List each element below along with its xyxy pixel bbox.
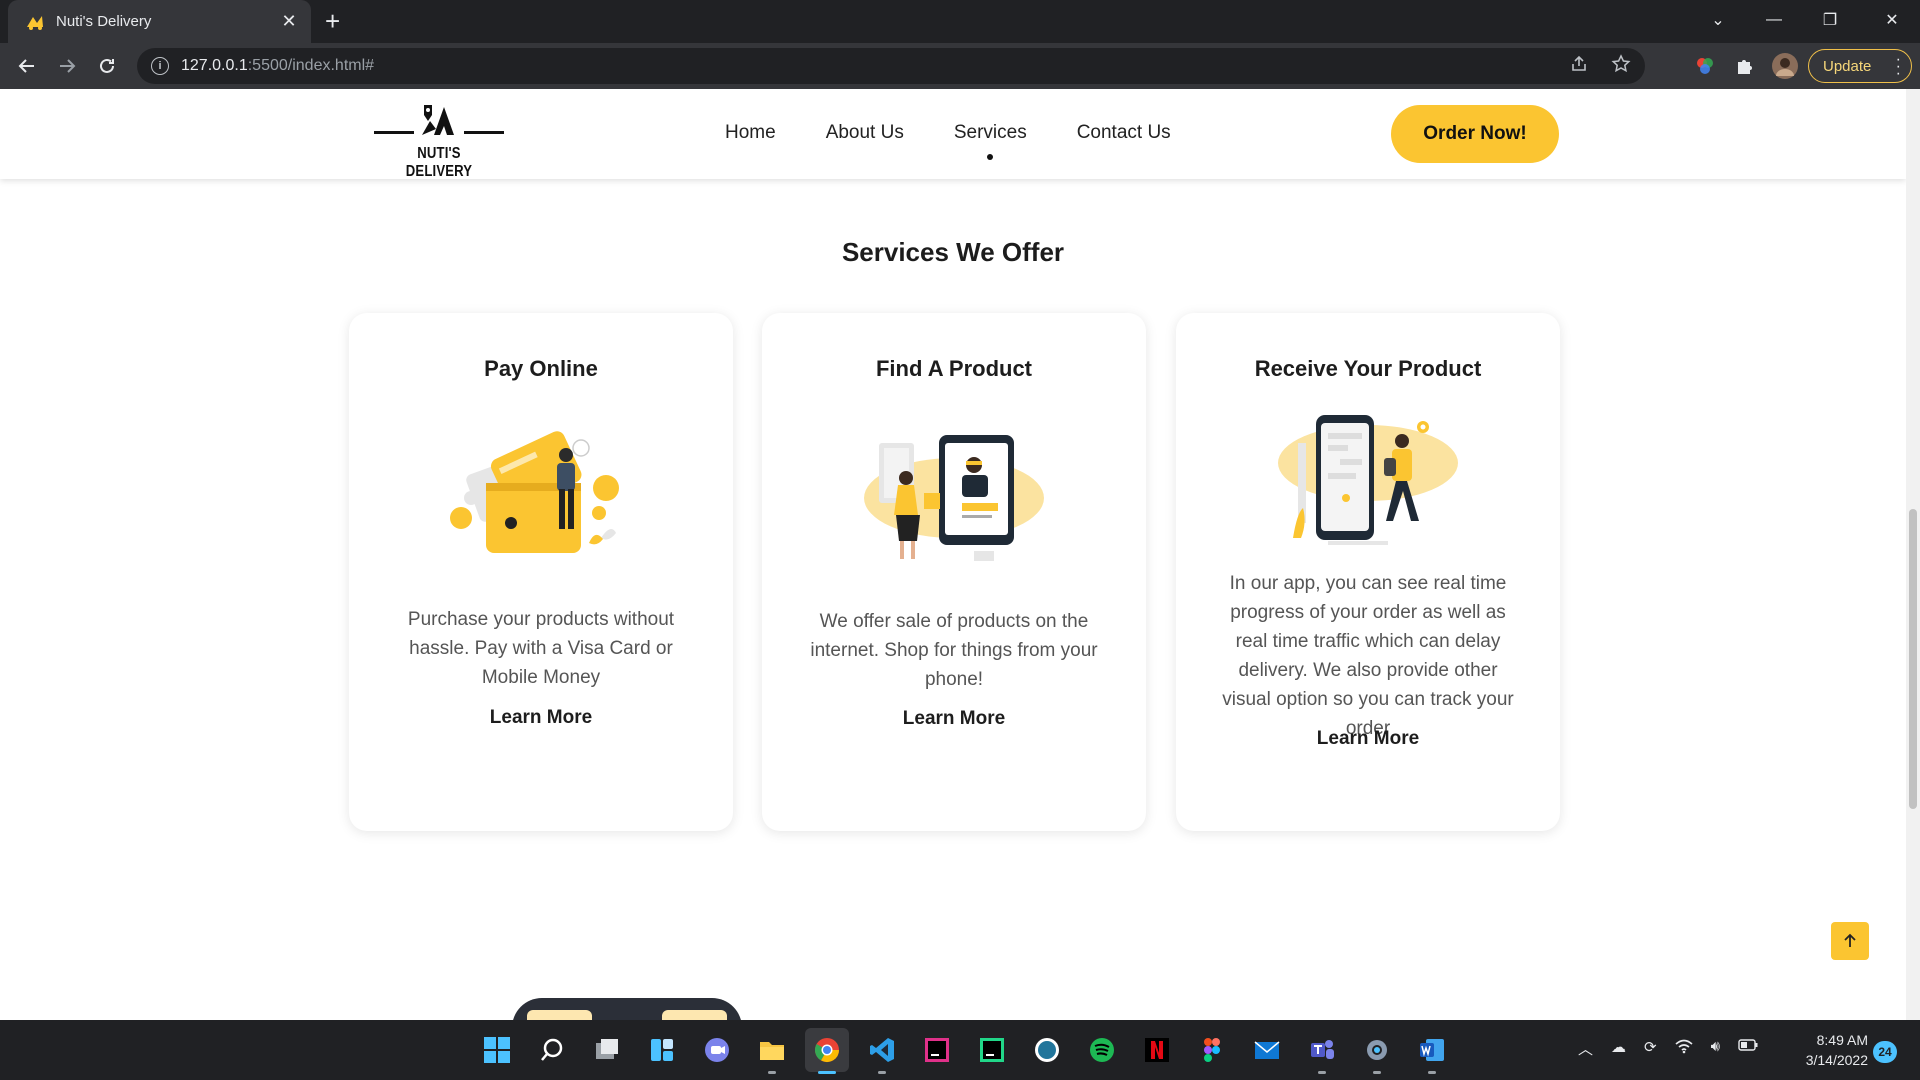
netflix-icon[interactable] <box>1135 1028 1179 1072</box>
restore-icon[interactable]: ❐ <box>1802 0 1858 40</box>
minimize-icon[interactable]: — <box>1746 0 1802 40</box>
forward-icon[interactable] <box>52 51 82 81</box>
page-scrollbar[interactable] <box>1906 89 1920 1020</box>
arrow-up-icon <box>1844 933 1856 947</box>
service-card-find-product: Find A Product We offer sale of products… <box>762 313 1146 831</box>
logo-mark-icon <box>374 105 506 135</box>
next-section-illustration <box>513 998 741 1020</box>
online-shopping-illustration <box>864 435 1044 561</box>
card-description: We offer sale of products on the interne… <box>810 611 1098 690</box>
order-now-button[interactable]: Order Now! <box>1391 105 1559 163</box>
bookmark-star-icon[interactable] <box>1611 54 1631 74</box>
site-logo[interactable]: NUTI'S DELIVERY <box>374 101 506 180</box>
card-title: Find A Product <box>875 356 1033 381</box>
sync-icon[interactable]: ⟳ <box>1644 1038 1657 1059</box>
file-explorer-icon[interactable] <box>750 1028 794 1074</box>
close-window-icon[interactable]: ✕ <box>1864 0 1920 40</box>
close-tab-icon[interactable]: ✕ <box>279 11 299 32</box>
site-info-icon[interactable]: i <box>151 57 169 75</box>
service-card-pay-online: Pay Online Purchase your products withou… <box>349 313 733 831</box>
scroll-to-top-button[interactable] <box>1831 922 1869 960</box>
learn-more-link[interactable]: Learn More <box>762 708 1146 730</box>
wifi-icon[interactable] <box>1675 1038 1693 1059</box>
search-icon[interactable] <box>530 1028 574 1072</box>
service-card-receive-product: Receive Your Product In our app, you can… <box>1176 313 1560 831</box>
card-title: Receive Your Product <box>1254 356 1482 381</box>
main-nav: Home About Us Services Contact Us <box>725 122 1171 160</box>
vscode-icon[interactable] <box>860 1028 904 1074</box>
menu-dots-icon[interactable]: · · · <box>1896 52 1901 82</box>
page-content: NUTI'S DELIVERY Home About Us Services C… <box>0 89 1906 1020</box>
learn-more-link[interactable]: Learn More <box>1176 728 1560 750</box>
card-description: Purchase your products without hassle. P… <box>407 609 675 688</box>
tab-search-icon[interactable]: ⌄ <box>1690 0 1746 40</box>
task-view-icon[interactable] <box>585 1028 629 1072</box>
update-button[interactable]: Update · · · <box>1808 49 1912 83</box>
address-bar[interactable]: i 127.0.0.1:5500/index.html# <box>137 48 1645 84</box>
nav-contact-us[interactable]: Contact Us <box>1077 122 1171 144</box>
nav-home[interactable]: Home <box>725 122 776 144</box>
site-header: NUTI'S DELIVERY Home About Us Services C… <box>0 89 1906 180</box>
card-description: In our app, you can see real time progre… <box>1222 573 1514 739</box>
scrollbar-thumb[interactable] <box>1909 509 1917 809</box>
delivery-tracking-illustration <box>1278 415 1458 545</box>
os-taskbar: ︿ ☁ ⟳ 🔊︎ 8:49 AM 3/14/2022 24 <box>0 1020 1920 1080</box>
word-icon[interactable] <box>1410 1028 1454 1074</box>
teams-icon[interactable] <box>1300 1028 1344 1074</box>
new-tab-icon[interactable]: + <box>325 8 340 34</box>
browser-tabbar: Nuti's Delivery ✕ + ⌄ — ❐ ✕ <box>0 0 1920 43</box>
mail-icon[interactable] <box>1245 1028 1289 1072</box>
back-icon[interactable] <box>12 51 42 81</box>
clock[interactable]: 8:49 AM 3/14/2022 <box>1796 1030 1868 1070</box>
browser-tab[interactable]: Nuti's Delivery ✕ <box>8 0 311 43</box>
clock-time: 8:49 AM <box>1816 1032 1868 1048</box>
reload-icon[interactable] <box>92 51 122 81</box>
url-text: 127.0.0.1:5500/index.html# <box>181 57 375 74</box>
card-title: Pay Online <box>484 356 598 381</box>
pycharm-icon[interactable] <box>970 1028 1014 1072</box>
chevron-up-icon[interactable]: ︿ <box>1578 1038 1593 1059</box>
battery-icon[interactable] <box>1738 1038 1758 1059</box>
extensions-puzzle-icon[interactable] <box>1730 51 1760 81</box>
clock-date: 3/14/2022 <box>1805 1052 1868 1068</box>
spotify-icon[interactable] <box>1080 1028 1124 1072</box>
figma-icon[interactable] <box>1190 1028 1234 1072</box>
wordpress-icon[interactable] <box>1025 1028 1069 1072</box>
logo-text: NUTI'S DELIVERY <box>405 145 473 180</box>
chat-icon[interactable] <box>695 1028 739 1072</box>
learn-more-link[interactable]: Learn More <box>349 707 733 729</box>
settings-gear-icon[interactable] <box>1355 1028 1399 1074</box>
browser-toolbar: i 127.0.0.1:5500/index.html# Update · · · <box>0 43 1920 89</box>
nav-about-us[interactable]: About Us <box>826 122 904 144</box>
notification-badge[interactable]: 24 <box>1873 1041 1897 1063</box>
profile-avatar[interactable] <box>1770 51 1800 81</box>
chrome-icon[interactable] <box>805 1028 849 1074</box>
tab-title: Nuti's Delivery <box>56 13 152 30</box>
color-extension-icon[interactable] <box>1690 51 1720 81</box>
system-tray: ︿ ☁ ⟳ 🔊︎ <box>1578 1038 1758 1059</box>
onedrive-cloud-icon[interactable]: ☁ <box>1611 1038 1626 1059</box>
section-title: Services We Offer <box>841 237 1065 267</box>
volume-icon[interactable]: 🔊︎ <box>1711 1038 1720 1059</box>
widgets-icon[interactable] <box>640 1028 684 1072</box>
delivery-favicon-icon <box>27 15 43 30</box>
start-windows-icon[interactable] <box>475 1028 519 1072</box>
share-icon[interactable] <box>1569 54 1589 74</box>
intellij-icon[interactable] <box>915 1028 959 1072</box>
nav-services[interactable]: Services <box>954 122 1027 160</box>
wallet-payment-illustration <box>450 431 619 553</box>
